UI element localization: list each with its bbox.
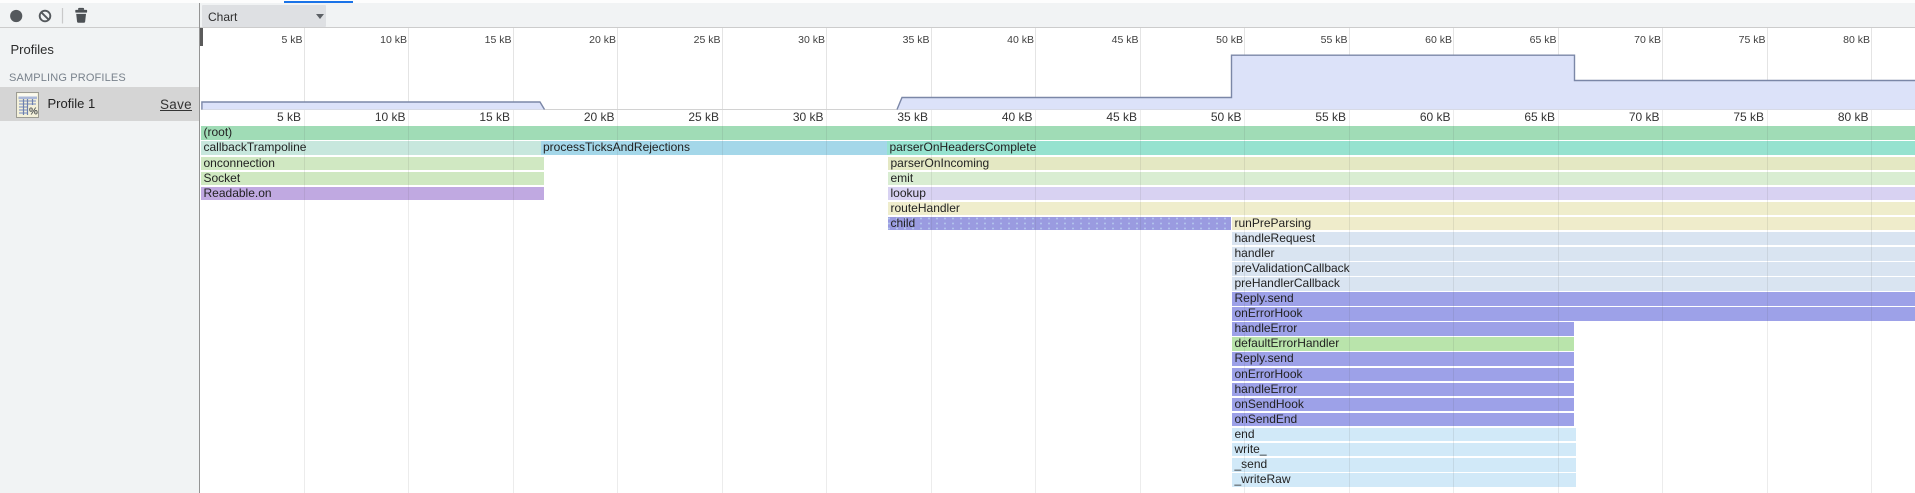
svg-text:%: % bbox=[29, 107, 38, 118]
